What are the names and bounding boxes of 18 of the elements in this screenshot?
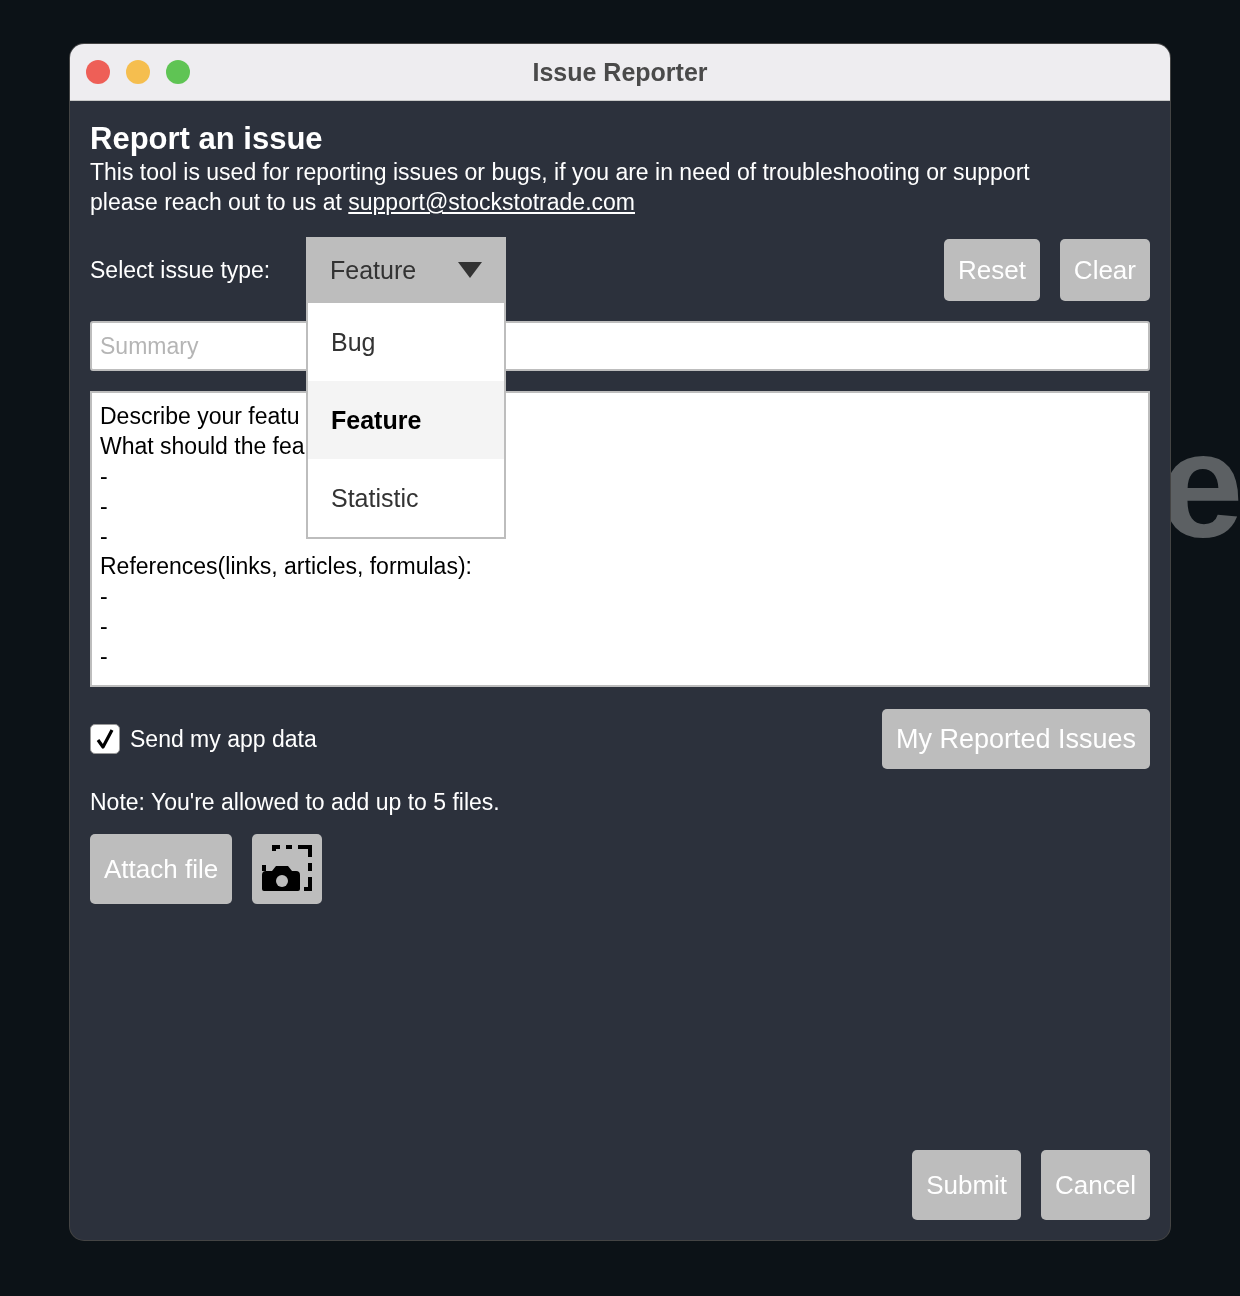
description: This tool is used for reporting issues or bugs, if you are in need of troubleshooting or support please reach out to us at support@stockstotrade.com [90,158,1031,217]
checkbox-label: Send my app data [130,725,317,753]
close-icon[interactable] [86,60,110,84]
background-letter: e [1160,410,1240,560]
caret-icon [458,262,482,278]
minimize-icon[interactable] [126,60,150,84]
screenshot-button[interactable] [252,834,323,904]
dropdown-option[interactable]: Feature [308,381,504,459]
issue-type-label: Select issue type: [90,256,272,284]
checkbox[interactable] [90,724,120,754]
camera-icon [260,845,315,893]
support-email-link[interactable]: support@stockstotrade.com [348,189,635,215]
zoom-icon[interactable] [166,60,190,84]
window-title: Issue Reporter [532,57,708,87]
note-text: Note: You're allowed to add up to 5 files. [90,789,500,816]
dropdown-option[interactable]: Statistic [308,459,504,537]
issue-type-dropdown[interactable]: Feature [306,237,506,303]
heading: Report an issue [90,121,323,157]
